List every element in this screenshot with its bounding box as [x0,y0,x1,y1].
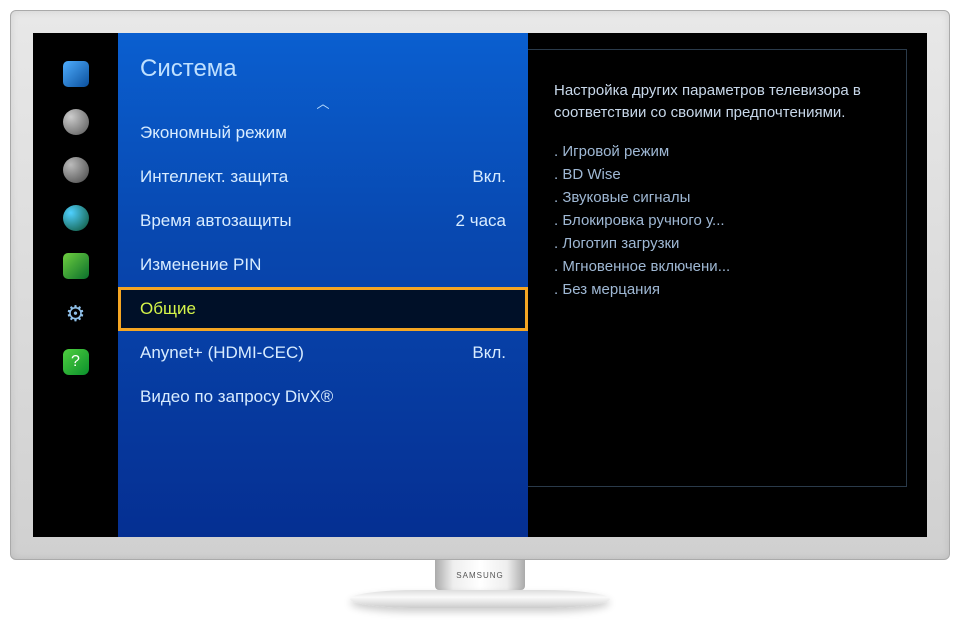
support-icon[interactable]: ? [63,349,89,375]
info-bullet: BD Wise [554,163,876,186]
info-bullet: Звуковые сигналы [554,186,876,209]
tv-frame: ⚙ ? Система ︿ Экономный режим Интеллект.… [10,10,950,608]
menu-item-label: Видео по запросу DivX® [140,387,333,407]
category-rail: ⚙ ? [33,33,118,537]
tv-screen: ⚙ ? Система ︿ Экономный режим Интеллект.… [33,33,927,537]
scroll-up-icon[interactable]: ︿ [118,93,528,111]
menu-item-label: Anynet+ (HDMI-CEC) [140,343,304,363]
tv-bezel: ⚙ ? Система ︿ Экономный режим Интеллект.… [10,10,950,560]
menu-item-value: 2 часа [456,211,506,231]
system-icon[interactable]: ⚙ [63,301,89,327]
menu-item-label: Общие [140,299,196,319]
menu-item-smart-security[interactable]: Интеллект. защита Вкл. [118,155,528,199]
menu-item-change-pin[interactable]: Изменение PIN [118,243,528,287]
tv-stand-base [350,590,610,608]
info-bullet-list: Игровой режим BD Wise Звуковые сигналы Б… [554,140,876,301]
menu-item-eco[interactable]: Экономный режим [118,111,528,155]
menu-item-value: Вкл. [472,167,506,187]
menu-panel: Система ︿ Экономный режим Интеллект. защ… [118,33,528,537]
network-icon[interactable] [63,205,89,231]
info-bullet: Логотип загрузки [554,232,876,255]
tv-stand-neck: SAMSUNG [435,560,525,590]
menu-item-auto-protect-time[interactable]: Время автозащиты 2 часа [118,199,528,243]
info-bullet: Игровой режим [554,140,876,163]
info-bullet: Без мерцания [554,278,876,301]
menu-title: Система [118,51,528,93]
sound-icon[interactable] [63,109,89,135]
menu-list: Экономный режим Интеллект. защита Вкл. В… [118,111,528,419]
menu-item-label: Время автозащиты [140,211,292,231]
smarthub-icon[interactable] [63,253,89,279]
info-panel: Настройка других параметров телевизора в… [528,49,907,487]
info-bullet: Мгновенное включени... [554,255,876,278]
menu-item-general[interactable]: Общие [118,287,528,331]
broadcast-icon[interactable] [63,157,89,183]
menu-item-label: Интеллект. защита [140,167,288,187]
menu-item-label: Экономный режим [140,123,287,143]
menu-item-label: Изменение PIN [140,255,261,275]
info-description: Настройка других параметров телевизора в… [554,80,876,124]
menu-item-divx[interactable]: Видео по запросу DivX® [118,375,528,419]
settings-osd: ⚙ ? Система ︿ Экономный режим Интеллект.… [33,33,927,537]
picture-icon[interactable] [63,61,89,87]
info-bullet: Блокировка ручного у... [554,209,876,232]
menu-item-anynet[interactable]: Anynet+ (HDMI-CEC) Вкл. [118,331,528,375]
brand-label: SAMSUNG [456,571,503,580]
menu-item-value: Вкл. [472,343,506,363]
